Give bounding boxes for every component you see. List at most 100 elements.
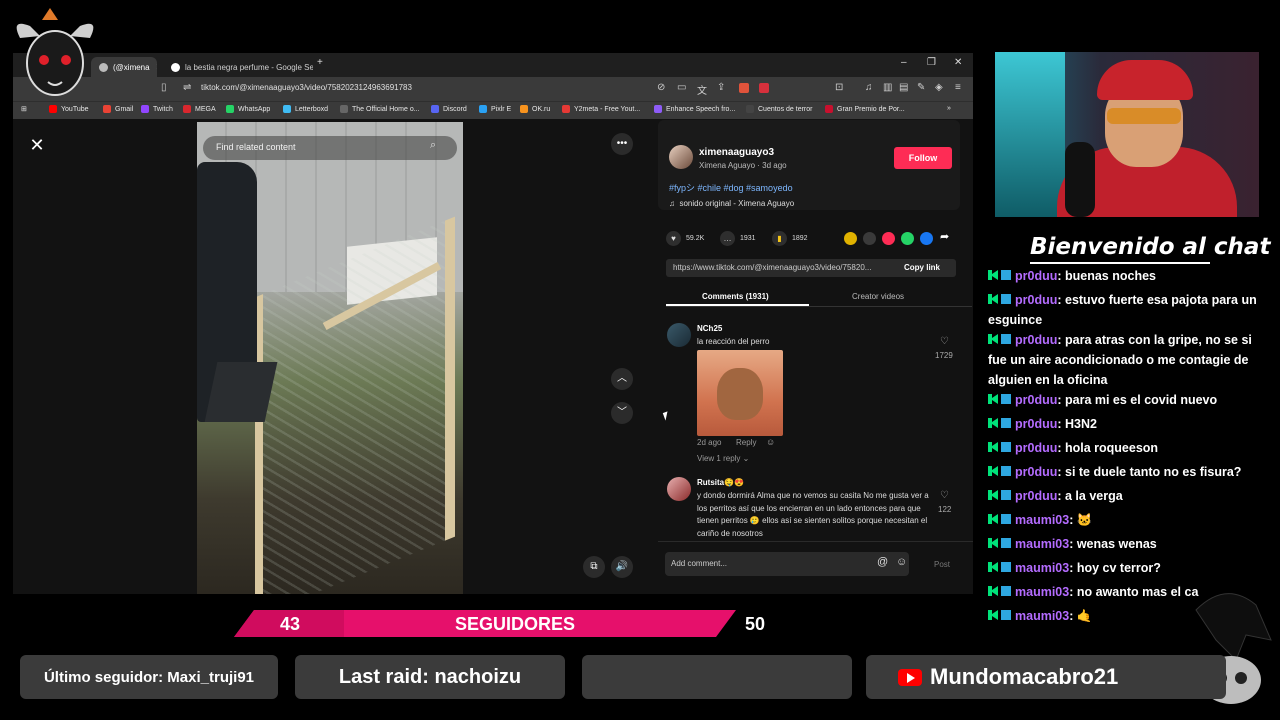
post-sound[interactable]: ♫ sonido original - Ximena Aguayo (669, 199, 794, 208)
next-video-icon[interactable]: ﹀ (611, 402, 633, 424)
embed-icon[interactable] (863, 232, 876, 245)
chat-username[interactable]: pr0duu (1015, 441, 1057, 455)
close-window-icon[interactable]: ✕ (954, 57, 962, 68)
more-options-icon[interactable]: ••• (611, 133, 633, 155)
chat-message: pr0duu: estuvo fuerte esa pajota para un… (988, 290, 1258, 330)
goat-mascot-logo (10, 8, 100, 103)
reply-button[interactable]: Reply (736, 438, 756, 447)
comment-like-count: 122 (938, 505, 952, 514)
maximize-icon[interactable]: ❐ (927, 57, 936, 68)
chat-username[interactable]: maumi03 (1015, 561, 1069, 575)
tab-google[interactable]: la bestia negra perfume - Google Se ✕ (163, 57, 313, 77)
follow-button[interactable]: Follow (894, 147, 952, 169)
bookmark-discord[interactable]: Discord (431, 105, 467, 113)
tab-comments[interactable]: Comments (1931) (702, 292, 769, 301)
emoji-icon[interactable]: ☺ (896, 556, 907, 568)
chat-username[interactable]: maumi03 (1015, 585, 1069, 599)
emoji-react-icon[interactable]: ☺ (766, 437, 775, 447)
chat-text: : 🤙 (1069, 609, 1093, 623)
menu-icon[interactable]: ≡ (955, 82, 961, 93)
cast-icon[interactable]: ▭ (677, 82, 686, 93)
pip-icon[interactable]: ⧉ (583, 556, 605, 578)
share-page-icon[interactable]: ⇪ (717, 82, 725, 93)
chat-username[interactable]: pr0duu (1015, 465, 1057, 479)
brave-shield-icon[interactable] (739, 83, 749, 93)
video-link[interactable]: https://www.tiktok.com/@ximenaaguayo3/vi… (673, 263, 871, 272)
comment-username[interactable]: NCh25 (697, 324, 722, 333)
comment-input[interactable]: Add comment... @ ☺ (665, 552, 909, 576)
copy-link-button[interactable]: Copy link (904, 263, 940, 272)
author-username[interactable]: ximenaaguayo3 (699, 147, 774, 158)
minimize-icon[interactable]: – (901, 57, 907, 68)
sidebar-icon[interactable]: ▥ (883, 82, 892, 93)
chat-username[interactable]: pr0duu (1015, 393, 1057, 407)
apps-grid-icon[interactable]: ⊞ (21, 105, 27, 113)
comment-like-icon[interactable]: ♡ (940, 336, 949, 347)
mention-icon[interactable]: @ (877, 556, 888, 568)
extensions-icon[interactable]: ✎ (917, 82, 925, 93)
facebook-share-icon[interactable] (920, 232, 933, 245)
whatsapp-share-icon[interactable] (901, 232, 914, 245)
chat-username[interactable]: pr0duu (1015, 269, 1057, 283)
like-stat[interactable]: ♥ 59.2K (666, 231, 704, 246)
bookmark-gmail[interactable]: Gmail (103, 105, 133, 113)
bookmark-mega[interactable]: MEGA (183, 105, 216, 113)
author-avatar[interactable] (669, 145, 693, 169)
bookmark-okru[interactable]: OK.ru (520, 105, 550, 113)
mute-site-icon[interactable]: ⊘ (657, 82, 665, 93)
comment-like-icon[interactable]: ♡ (940, 490, 949, 501)
bookmark-star-icon[interactable]: ▯ (161, 82, 167, 93)
comment-avatar[interactable] (667, 477, 691, 501)
post-hashtags[interactable]: #fypシ #chile #dog #samoyedo (669, 181, 793, 194)
comment-stat[interactable]: … 1931 (720, 231, 756, 246)
close-tab-icon[interactable]: ✕ (156, 62, 157, 73)
more-share-icon[interactable]: ➦ (940, 230, 949, 243)
bookmark-enhance-speech[interactable]: Enhance Speech fro... (654, 105, 735, 113)
bookmark-whatsapp[interactable]: WhatsApp (226, 105, 270, 113)
bookmark-twitch[interactable]: Twitch (141, 105, 173, 113)
translate-icon[interactable]: 文 (697, 82, 707, 97)
chat-message: pr0duu: para atras con la gripe, no se s… (988, 330, 1258, 390)
find-related-search[interactable]: Find related content (203, 136, 457, 160)
chat-username[interactable]: maumi03 (1015, 537, 1069, 551)
wallet-icon[interactable]: ▤ (899, 82, 908, 93)
vpn-icon[interactable]: ◈ (935, 82, 943, 93)
search-icon[interactable]: ⌕ (430, 139, 436, 152)
tab-creator-videos[interactable]: Creator videos (852, 292, 904, 301)
previous-video-icon[interactable]: ︿ (611, 368, 633, 390)
chat-username[interactable]: pr0duu (1015, 489, 1057, 503)
bookmark-gran-premio[interactable]: Gran Premio de Por... (825, 105, 905, 113)
bookmark-pixlr[interactable]: Pixlr E (479, 105, 511, 113)
chat-username[interactable]: pr0duu (1015, 333, 1057, 347)
send-friends-icon[interactable] (882, 232, 895, 245)
chat-username[interactable]: maumi03 (1015, 609, 1069, 623)
new-tab-icon[interactable]: + (317, 57, 323, 68)
coin-share-icon[interactable] (844, 232, 857, 245)
volume-icon[interactable]: 🔊 (611, 556, 633, 578)
site-info-icon[interactable]: ⇌ (183, 82, 191, 93)
bookmark-cuentos[interactable]: Cuentos de terror (746, 105, 812, 113)
screenshot-icon[interactable]: ⊡ (835, 82, 843, 93)
post-comment-button[interactable]: Post (934, 560, 950, 569)
last-follower-panel: Último seguidor: Maxi_truji91 (20, 655, 278, 699)
url-field[interactable]: tiktok.com/@ximenaaguayo3/video/75820231… (201, 83, 412, 92)
tab-tiktok[interactable]: (@ximena ✕ (91, 57, 157, 77)
rewards-icon[interactable] (759, 83, 769, 93)
save-stat[interactable]: ▮ 1892 (772, 231, 808, 246)
chat-username[interactable]: pr0duu (1015, 293, 1057, 307)
view-replies-button[interactable]: View 1 reply ⌄ (697, 454, 749, 463)
bookmark-official-home[interactable]: The Official Home o... (340, 105, 420, 113)
bookmark-letterboxd[interactable]: Letterboxd (283, 105, 328, 113)
comment-avatar[interactable] (667, 323, 691, 347)
bookmark-youtube[interactable]: YouTube (49, 105, 89, 113)
video-player[interactable]: Find related content ⌕ (197, 122, 463, 594)
more-bookmarks-icon[interactable]: » (947, 105, 951, 112)
composer-divider (658, 541, 973, 542)
chat-username[interactable]: pr0duu (1015, 417, 1057, 431)
comment-sticker-image[interactable] (697, 350, 783, 436)
close-video-icon[interactable]: ✕ (25, 133, 49, 157)
media-icon[interactable]: ♫ (865, 82, 873, 93)
bookmark-y2meta[interactable]: Y2meta - Free Yout... (562, 105, 640, 113)
comment-username[interactable]: Rutsita🤤😍 (697, 478, 744, 487)
chat-username[interactable]: maumi03 (1015, 513, 1069, 527)
